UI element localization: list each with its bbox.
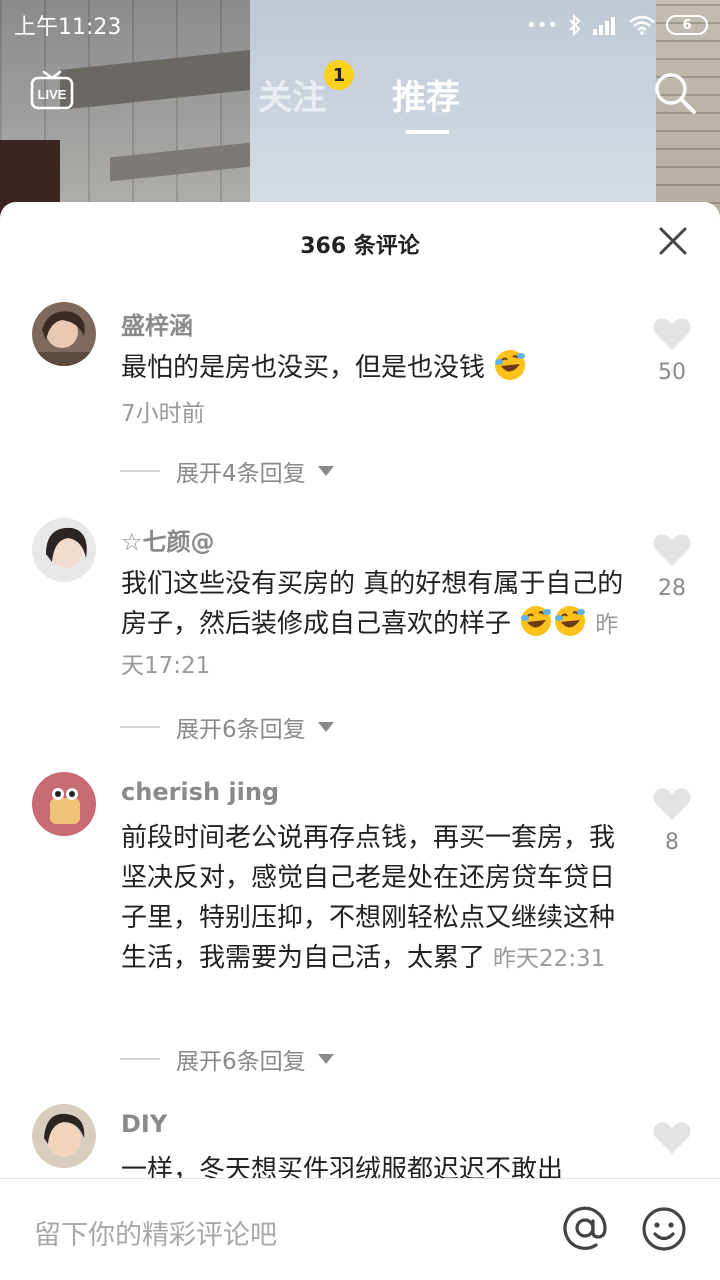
battery-indicator: 6 xyxy=(666,15,708,35)
status-bar: 上午11:23 ••• 6 xyxy=(0,0,720,50)
expand-replies-label: 展开6条回复 xyxy=(176,1049,306,1075)
comment-username[interactable]: DIY xyxy=(121,1110,167,1138)
signal-dots: ••• xyxy=(526,14,558,36)
expand-replies[interactable]: 展开4条回复 xyxy=(120,454,334,488)
top-nav: LIVE 关注 1 推荐 xyxy=(0,56,720,136)
tab-recommend[interactable]: 推荐 xyxy=(392,70,460,119)
comment-time: 7小时前 xyxy=(121,401,205,427)
comment-input[interactable]: 留下你的精彩评论吧 xyxy=(34,1213,277,1252)
expand-replies-label: 展开6条回复 xyxy=(176,717,306,743)
like-count: 50 xyxy=(658,360,686,385)
like-count: 8 xyxy=(665,830,679,855)
comment-body: 最怕的是房也没买，但是也没钱 xyxy=(121,353,486,383)
laugh-cry-emoji-icon xyxy=(495,350,526,380)
caret-down-icon xyxy=(317,1054,334,1064)
svg-text:LIVE: LIVE xyxy=(38,87,67,102)
tab-follow[interactable]: 关注 xyxy=(258,70,326,119)
avatar[interactable] xyxy=(32,302,96,366)
comment-username[interactable]: cherish jing xyxy=(121,778,279,806)
like-button[interactable]: 50 xyxy=(650,316,694,385)
like-button[interactable]: 8 xyxy=(650,786,694,855)
signal-icon xyxy=(593,17,615,35)
caret-down-icon xyxy=(317,466,334,476)
close-icon[interactable] xyxy=(656,224,690,258)
battery-level: 6 xyxy=(682,17,692,33)
status-time: 上午11:23 xyxy=(14,15,122,40)
expand-replies-label: 展开4条回复 xyxy=(176,461,306,487)
comment-username[interactable]: 盛梓涵 xyxy=(121,306,193,341)
comment-input-bar: 留下你的精彩评论吧 xyxy=(0,1178,720,1280)
heart-icon xyxy=(653,1122,691,1154)
caret-down-icon xyxy=(317,722,334,732)
laugh-cry-emoji-icon xyxy=(521,606,552,636)
smile-icon[interactable] xyxy=(640,1205,688,1253)
heart-icon xyxy=(653,788,691,820)
status-icons: ••• 6 xyxy=(526,14,708,36)
like-count: 28 xyxy=(658,576,686,601)
comments-sheet: 366 条评论 盛梓涵 最怕的是房也没买，但是也没钱 7小时前 50 展开4条回… xyxy=(0,202,720,1280)
comments-count-title: 366 条评论 xyxy=(300,234,420,259)
expand-replies[interactable]: 展开6条回复 xyxy=(120,710,334,744)
comment-text: 我们这些没有买房的 真的好想有属于自己的房子，然后装修成自己喜欢的样子 昨天17… xyxy=(121,564,631,686)
search-icon[interactable] xyxy=(652,70,698,116)
at-icon[interactable] xyxy=(560,1203,610,1253)
heart-icon xyxy=(653,318,691,350)
comment-username[interactable]: ☆七颜@ xyxy=(121,522,215,557)
avatar[interactable] xyxy=(32,518,96,582)
active-tab-indicator xyxy=(405,130,449,134)
divider-line xyxy=(120,470,160,472)
expand-replies[interactable]: 展开6条回复 xyxy=(120,1042,334,1076)
bluetooth-icon xyxy=(569,14,581,36)
like-button[interactable] xyxy=(650,1120,694,1156)
avatar[interactable] xyxy=(32,1104,96,1168)
divider-line xyxy=(120,726,160,728)
wifi-icon xyxy=(629,15,655,35)
comment-time: 昨天22:31 xyxy=(493,946,606,972)
comment-text: 前段时间老公说再存点钱，再买一套房，我坚决反对，感觉自己老是处在还房贷车贷日子里… xyxy=(121,818,631,979)
like-button[interactable]: 28 xyxy=(650,532,694,601)
laugh-cry-emoji-icon xyxy=(555,606,586,636)
comment-text: 最怕的是房也没买，但是也没钱 xyxy=(121,348,631,388)
live-icon[interactable]: LIVE xyxy=(30,68,74,112)
avatar[interactable] xyxy=(32,772,96,836)
heart-icon xyxy=(653,534,691,566)
divider-line xyxy=(120,1058,160,1060)
follow-badge: 1 xyxy=(324,60,354,90)
